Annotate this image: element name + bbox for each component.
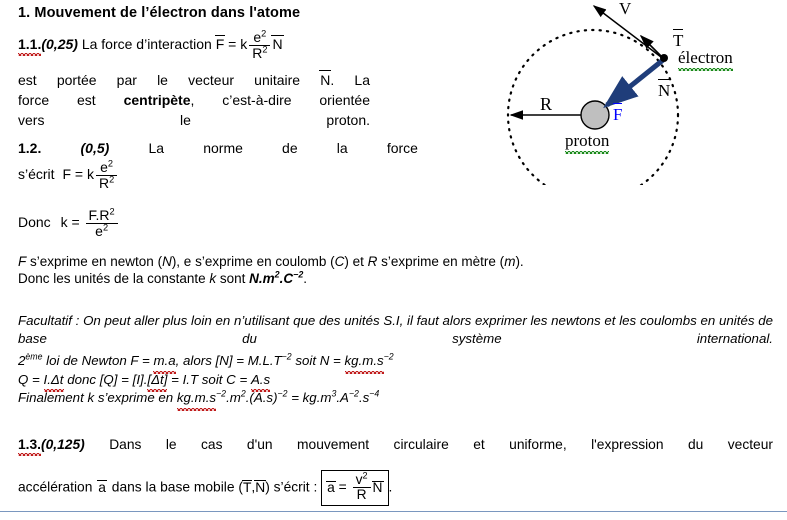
atom-diagram: V T N F R électron proton — [455, 0, 787, 185]
section-1-1-line2: est portée par le vecteur unitaire N. La — [18, 70, 370, 88]
w3: de — [282, 140, 298, 156]
force-arrow — [603, 58, 665, 109]
label-radius: R — [540, 94, 553, 114]
section-1-1-line1: 1.1.(0,25) La force d’interaction F = ke… — [18, 28, 418, 61]
section-1-2-units: F s’exprime en newton (N), e s’exprime e… — [18, 253, 778, 287]
vector-T-inline: T — [241, 479, 253, 495]
w5: force — [386, 140, 418, 156]
proton-circle — [580, 100, 610, 130]
base-mobile-text: dans la base mobile ( — [111, 479, 243, 495]
formula-force-interaction: F = k e2 R2 N — [214, 28, 284, 61]
derivation-charge: Q = I.Δt donc [Q] = [I].[Δt] = I.T soit … — [18, 371, 618, 392]
donc-label: Donc — [18, 213, 51, 230]
heading-text: 1. Mouvement de l’électron dans l'atome — [18, 5, 301, 21]
facultatif-text: : On peut aller plus loin en n’utilisant… — [18, 313, 773, 346]
label-vector-v: V — [619, 0, 632, 18]
label-proton: proton — [565, 131, 610, 154]
section-1-1-points: (0,25) — [41, 35, 78, 52]
w1: La — [148, 140, 165, 156]
secrit-label: s’écrit — [18, 165, 55, 182]
section-1-1-number: 1.1. — [18, 35, 42, 56]
vector-a-inline: a — [97, 479, 107, 495]
section-1-3-number: 1.3. — [18, 437, 42, 456]
final-period: . — [388, 479, 393, 495]
w4: la — [336, 140, 348, 156]
section-1-3-line1: 1.3.(0,125) Dans le cas d'un mouvement c… — [18, 436, 773, 456]
section-1-3-line2: accélération a dans la base mobile (T,N)… — [18, 470, 778, 506]
section-1-2-points: (0,5) — [80, 140, 110, 156]
centripete-bold: centripète — [123, 92, 191, 108]
section-1-1-body: est portée par le vecteur unitaire N. La… — [18, 70, 370, 130]
section-1-3-text: Dans le cas d'un mouvement circulaire et… — [109, 437, 773, 452]
section-1-2-line1: 1.2. (0,5) La norme de la force — [18, 139, 418, 157]
section-1-1-text: La force d’interaction — [81, 35, 212, 52]
acceleration-label: accélération — [18, 479, 93, 495]
section-1-1-line3: force est centripète, c’est-à-dire orien… — [18, 92, 370, 108]
section-1-3-points: (0,125) — [41, 437, 85, 452]
section-1-2-number: 1.2. — [18, 140, 42, 156]
electron-point — [660, 54, 668, 62]
label-electron: électron — [678, 48, 733, 71]
page-title: 1. Mouvement de l’électron dans l'atome — [18, 5, 300, 21]
footer-rule — [0, 511, 787, 512]
w2: norme — [203, 140, 243, 156]
facultatif-paragraph: Facultatif : On peut aller plus loin en … — [18, 312, 773, 347]
document-page: 1. Mouvement de l’électron dans l'atome … — [0, 0, 787, 520]
section-1-2-formula-k: Donc k = F.R2 e2 — [18, 207, 278, 238]
secrit-suffix: ) s’écrit : — [265, 479, 318, 495]
label-vector-n: N — [658, 79, 671, 100]
facultatif-label: Facultatif — [18, 313, 72, 328]
derivation-newton: 2ème loi de Newton F = m.a, alors [N] = … — [18, 352, 618, 373]
boxed-acceleration-formula: a = v2 R N — [321, 470, 389, 506]
units-line-1: F s’exprime en newton (N), e s’exprime e… — [18, 254, 524, 269]
label-vector-f: F — [613, 103, 623, 124]
derivation-final: Finalement k s’exprime en kg.m.s−2.m2.(A… — [18, 389, 618, 410]
section-1-1-line4: vers le proton. — [18, 112, 370, 128]
units-line-2: Donc les unités de la constante k sont N… — [18, 269, 308, 286]
facultatif-derivation: 2ème loi de Newton F = m.a, alors [N] = … — [18, 352, 618, 410]
section-1-2-formula-F: s’écrit F = k e2 R2 — [18, 159, 278, 190]
formula-constante-k: k = F.R2 e2 — [61, 207, 120, 238]
formula-norme: F = k e2 R2 — [62, 159, 119, 190]
vector-N-inline: N — [254, 479, 267, 495]
